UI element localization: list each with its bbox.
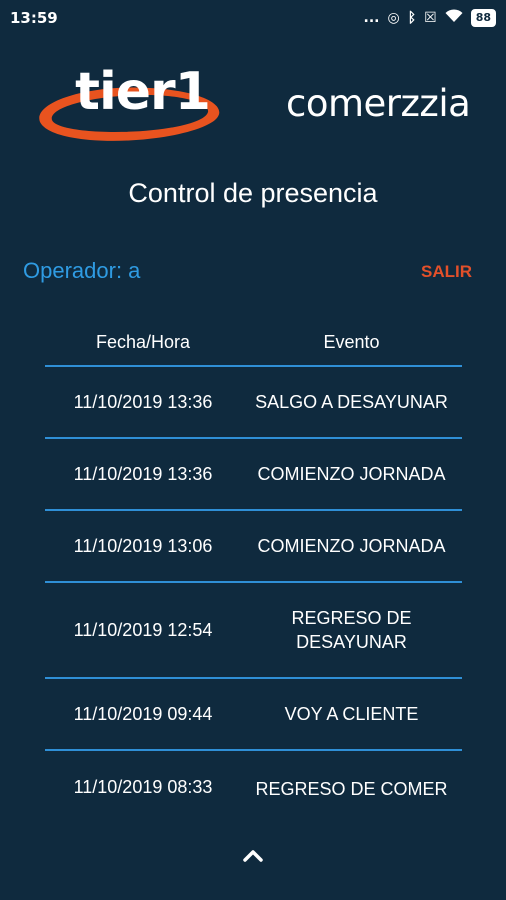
row-event: VOY A CLIENTE [284, 704, 419, 724]
table-row[interactable]: 11/10/2019 12:54 REGRESO DE DESAYUNAR [45, 583, 462, 679]
status-time: 13:59 [10, 9, 58, 27]
row-datetime: 11/10/2019 13:36 [73, 391, 213, 412]
row-datetime: 11/10/2019 12:54 [73, 619, 213, 640]
row-datetime: 11/10/2019 08:33 [73, 777, 213, 797]
table-header: Fecha/Hora Evento [45, 320, 462, 367]
row-event: COMIENZO JORNADA [257, 536, 446, 556]
row-datetime: 11/10/2019 09:44 [73, 703, 213, 724]
comerzzia-logo: comerzzia [286, 82, 471, 125]
row-event: COMIENZO JORNADA [257, 464, 446, 484]
logout-button[interactable]: SALIR [421, 262, 472, 282]
table-row[interactable]: 11/10/2019 09:44 VOY A CLIENTE [45, 679, 462, 751]
chevron-up-icon[interactable] [239, 842, 267, 870]
table-row[interactable]: 11/10/2019 13:36 COMIENZO JORNADA [45, 439, 462, 511]
row-datetime: 11/10/2019 13:36 [73, 463, 213, 484]
bluetooth-icon: ᛒ [407, 10, 417, 26]
operator-label: Operador: a [23, 258, 141, 283]
row-event: SALGO A DESAYUNAR [255, 392, 448, 412]
column-header-event: Evento [323, 332, 380, 352]
tier1-logo: tier1 [30, 62, 225, 144]
table-row[interactable]: 11/10/2019 13:06 COMIENZO JORNADA [45, 511, 462, 583]
status-icons: ... ◎ ᛒ ☒ 88 [364, 9, 496, 27]
page-title: Control de presencia [128, 178, 378, 208]
row-event: REGRESO DE COMER [255, 779, 448, 799]
attendance-table[interactable]: Fecha/Hora Evento 11/10/2019 13:36 SALGO… [45, 320, 462, 810]
hotspot-icon: ◎ [387, 10, 400, 26]
table-row[interactable]: 11/10/2019 08:33 REGRESO DE COMER [45, 751, 462, 810]
notification-dots-icon: ... [363, 10, 380, 26]
table-row[interactable]: 11/10/2019 13:36 SALGO A DESAYUNAR [45, 367, 462, 439]
row-datetime: 11/10/2019 13:06 [73, 535, 213, 556]
row-event: REGRESO DE DESAYUNAR [291, 608, 412, 652]
column-header-datetime: Fecha/Hora [95, 332, 191, 352]
status-bar: 13:59 ... ◎ ᛒ ☒ 88 [0, 0, 506, 36]
battery-icon: 88 [470, 9, 496, 27]
sim-off-icon: ☒ [424, 10, 437, 26]
wifi-icon [445, 9, 463, 27]
tier1-logo-text: tier1 [75, 62, 211, 122]
